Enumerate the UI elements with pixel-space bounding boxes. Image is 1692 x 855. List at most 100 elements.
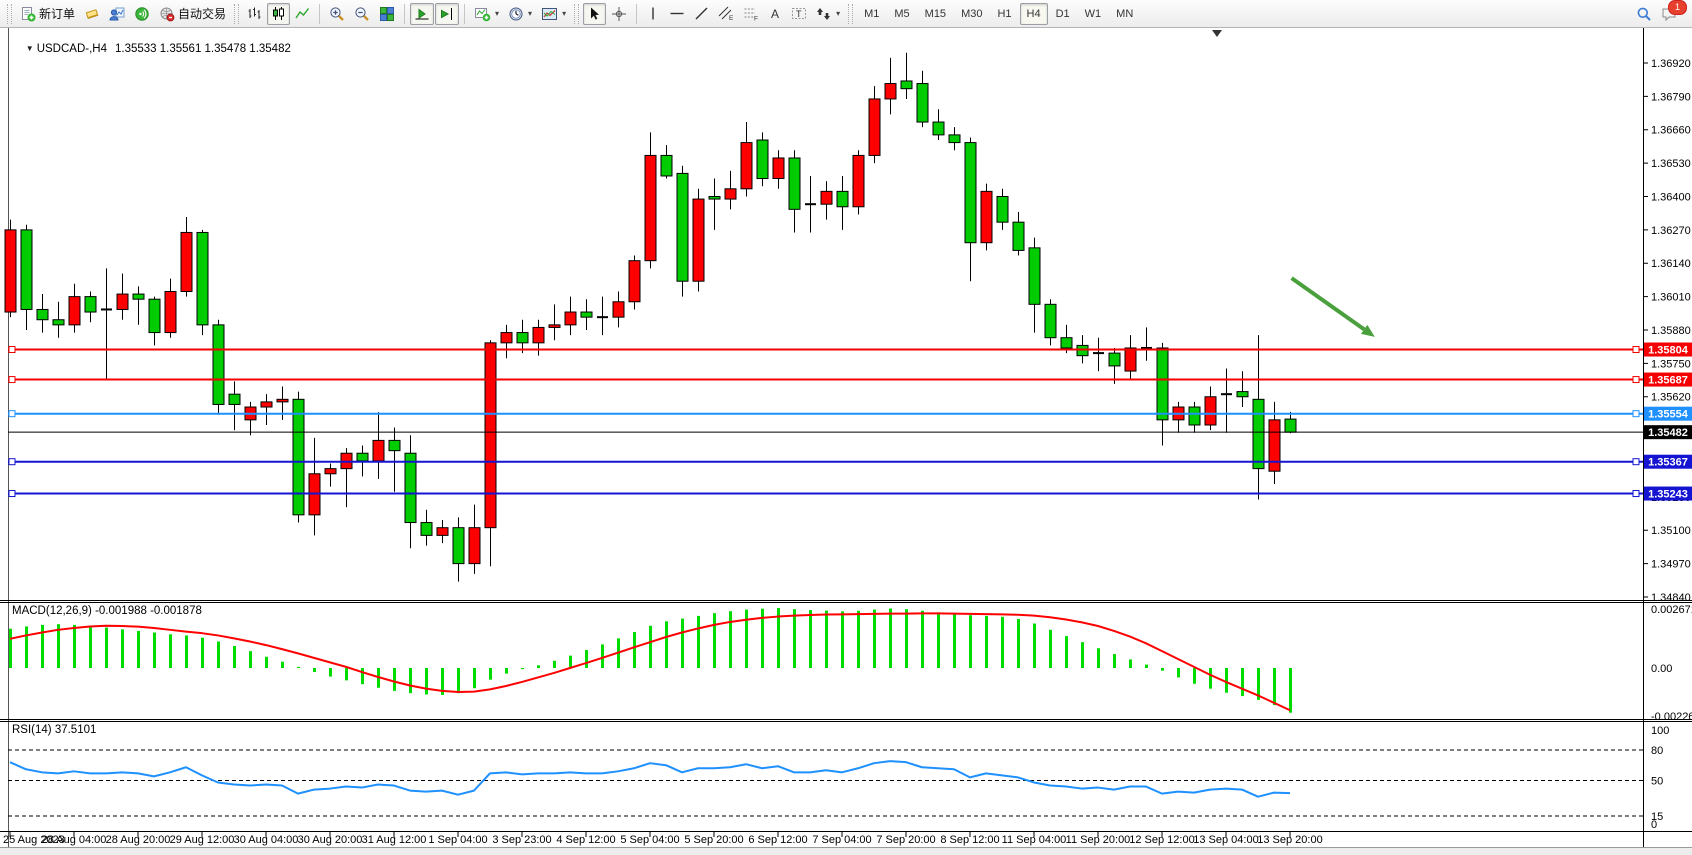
zoom-out-button[interactable] (350, 3, 374, 25)
time-tick-label[interactable]: 3 Sep 23:00 (492, 834, 551, 846)
auto-scroll-button[interactable] (410, 3, 434, 25)
price-tick-label[interactable]: 1.36790 (1651, 91, 1691, 103)
periods-button[interactable]: ▾ (504, 3, 536, 25)
zoom-in-button[interactable] (325, 3, 349, 25)
line-handle[interactable] (9, 411, 15, 417)
timeframe-m30[interactable]: M30 (954, 3, 989, 25)
line-handle[interactable] (1633, 491, 1639, 497)
templates-button[interactable]: ▾ (537, 3, 570, 25)
line-handle[interactable] (1633, 347, 1639, 353)
toolbar-grip[interactable] (574, 4, 579, 24)
toolbar-grip[interactable] (234, 4, 239, 24)
rsi-axis-label[interactable]: 100 (1651, 725, 1669, 737)
line-handle[interactable] (9, 459, 15, 465)
search-button[interactable] (1632, 3, 1656, 25)
price-tick-label[interactable]: 1.34970 (1651, 559, 1691, 571)
funds-button[interactable] (80, 3, 104, 25)
time-tick-label[interactable]: 6 Sep 12:00 (748, 834, 807, 846)
time-tick-label[interactable]: 8 Sep 12:00 (940, 834, 999, 846)
time-tick-label[interactable]: 5 Sep 04:00 (620, 834, 679, 846)
crosshair-button[interactable] (607, 3, 631, 25)
candlestick-chart-button[interactable] (267, 3, 290, 25)
time-tick-label[interactable]: 12 Sep 12:00 (1129, 834, 1194, 846)
funds-icon (84, 6, 100, 22)
tile-windows-button[interactable] (375, 3, 399, 25)
fibonacci-button[interactable]: F (739, 3, 763, 25)
rsi-axis-label[interactable]: 80 (1651, 745, 1663, 757)
price-tick-label[interactable]: 1.35100 (1651, 525, 1691, 537)
rsi-axis-label[interactable]: 50 (1651, 775, 1663, 787)
time-tick-label[interactable]: 30 Aug 20:00 (298, 834, 363, 846)
label-button[interactable]: T (787, 3, 811, 25)
line-handle[interactable] (1633, 459, 1639, 465)
time-tick-label[interactable]: 11 Sep 20:00 (1066, 834, 1131, 846)
time-tick-label[interactable]: 28 Aug 20:00 (106, 834, 171, 846)
arrows-button[interactable]: ▾ (812, 3, 844, 25)
line-handle[interactable] (1633, 377, 1639, 383)
timeframe-w1[interactable]: W1 (1078, 3, 1109, 25)
timeframe-m5[interactable]: M5 (887, 3, 916, 25)
price-tick-label[interactable]: 1.36010 (1651, 292, 1691, 304)
timeframe-h1[interactable]: H1 (990, 3, 1018, 25)
time-tick-label[interactable]: 7 Sep 20:00 (876, 834, 935, 846)
price-tick-label[interactable]: 1.36270 (1651, 225, 1691, 237)
arrow-object[interactable] (1292, 278, 1365, 329)
chat-button[interactable]: 1 (1657, 3, 1682, 25)
price-tick-label[interactable]: 1.35620 (1651, 392, 1691, 404)
vertical-line-button[interactable] (642, 3, 664, 25)
profile-button[interactable] (105, 3, 129, 25)
timeframe-d1[interactable]: D1 (1049, 3, 1077, 25)
timeframe-m1[interactable]: M1 (857, 3, 886, 25)
line-handle[interactable] (1633, 411, 1639, 417)
price-tick-label[interactable]: 1.36920 (1651, 58, 1691, 70)
macd-axis-label[interactable]: -0.002265 (1651, 711, 1692, 723)
timeframe-mn[interactable]: MN (1109, 3, 1140, 25)
cursor-button[interactable] (583, 3, 606, 25)
bull-candle (565, 312, 576, 325)
chart-shift-marker[interactable] (1212, 30, 1222, 37)
time-tick-label[interactable]: 5 Sep 20:00 (684, 834, 743, 846)
indicators-button[interactable]: ▾ (470, 3, 503, 25)
price-tick-label[interactable]: 1.36660 (1651, 125, 1691, 137)
signals-button[interactable] (130, 3, 154, 25)
time-tick-label[interactable]: 1 Sep 04:00 (428, 834, 487, 846)
price-tick-label[interactable]: 1.35880 (1651, 325, 1691, 337)
price-tick-label[interactable]: 1.34840 (1651, 592, 1691, 604)
price-tick-label[interactable]: 1.36530 (1651, 158, 1691, 170)
price-tick-label[interactable]: 1.36400 (1651, 191, 1691, 203)
time-tick-label[interactable]: 31 Aug 12:00 (362, 834, 427, 846)
time-tick-label[interactable]: 28 Aug 04:00 (42, 834, 107, 846)
toolbar: 新订单 (0, 0, 1692, 28)
chart-shift-button[interactable] (435, 3, 459, 25)
time-tick-label[interactable]: 11 Sep 04:00 (1002, 834, 1067, 846)
toolbar-grip[interactable] (848, 4, 853, 24)
symbol-dropdown-icon[interactable]: ▼ (26, 44, 34, 53)
auto-trading-button[interactable]: 自动交易 (155, 3, 230, 25)
time-tick-label[interactable]: 30 Aug 04:00 (234, 834, 299, 846)
channel-button[interactable]: E (714, 3, 738, 25)
time-tick-label[interactable]: 4 Sep 12:00 (556, 834, 615, 846)
line-handle[interactable] (9, 491, 15, 497)
time-tick-label[interactable]: 7 Sep 04:00 (812, 834, 871, 846)
price-tick-label[interactable]: 1.35750 (1651, 358, 1691, 370)
chart-title[interactable]: ▼USDCAD-,H41.35533 1.35561 1.35478 1.354… (13, 31, 291, 67)
macd-axis-label[interactable]: 0.00 (1651, 663, 1672, 675)
timeframe-h4[interactable]: H4 (1020, 3, 1048, 25)
line-handle[interactable] (9, 347, 15, 353)
text-button[interactable]: A (764, 3, 786, 25)
timeframe-m15[interactable]: M15 (918, 3, 953, 25)
new-order-button[interactable]: 新订单 (16, 3, 79, 25)
line-handle[interactable] (9, 377, 15, 383)
trendline-button[interactable] (690, 3, 713, 25)
price-tick-label[interactable]: 1.36140 (1651, 258, 1691, 270)
time-tick-label[interactable]: 13 Sep 04:00 (1193, 834, 1258, 846)
line-chart-button[interactable] (291, 3, 314, 25)
bar-chart-button[interactable] (243, 3, 266, 25)
rsi-axis-label[interactable]: 0 (1651, 819, 1657, 831)
horizontal-line-button[interactable] (665, 3, 689, 25)
time-tick-label[interactable]: 13 Sep 20:00 (1257, 834, 1322, 846)
time-tick-label[interactable]: 29 Aug 12:00 (170, 834, 235, 846)
toolbar-grip[interactable] (7, 4, 12, 24)
price-badge-label: 1.35367 (1648, 457, 1688, 469)
macd-axis-label[interactable]: 0.002671 (1651, 604, 1692, 616)
